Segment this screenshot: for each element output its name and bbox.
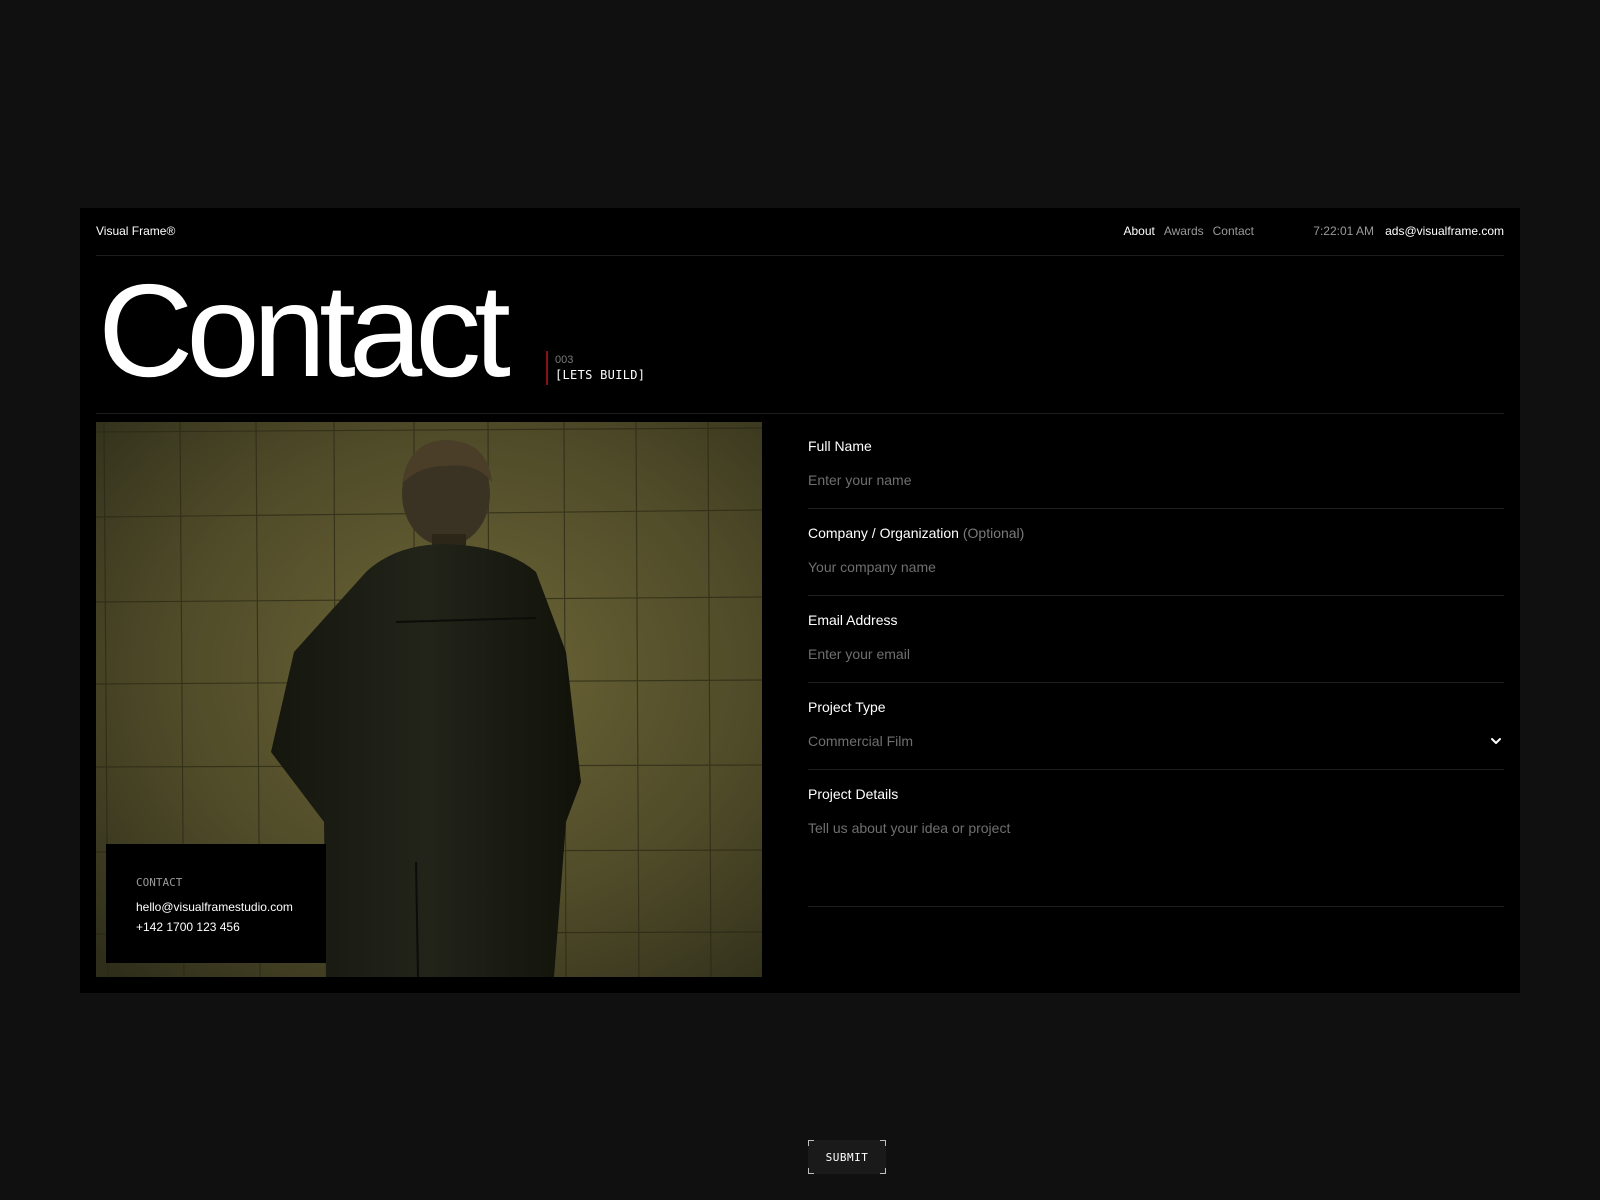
nav-item-about[interactable]: About	[1123, 224, 1154, 238]
company-field: Company / Organization (Optional)	[808, 509, 1504, 596]
clock-time: 7:22:01 AM	[1313, 224, 1374, 238]
main-nav: About Awards Contact	[1123, 224, 1254, 238]
project-details-field: Project Details	[808, 770, 1504, 907]
button-corner	[808, 1140, 814, 1146]
submit-button-label: SUBMIT	[825, 1150, 869, 1164]
chevron-down-icon[interactable]	[1490, 735, 1502, 747]
contact-phone-link[interactable]: +142 1700 123 456	[136, 917, 326, 937]
contact-card: CONTACT hello@visualframestudio.com +142…	[106, 844, 326, 963]
project-type-label: Project Type	[808, 699, 886, 715]
button-corner	[880, 1140, 886, 1146]
button-corner	[808, 1168, 814, 1174]
contact-email-link[interactable]: hello@visualframestudio.com	[136, 897, 326, 917]
page-frame: Visual Frame® About Awards Contact 7:22:…	[80, 208, 1520, 1174]
nav-item-contact[interactable]: Contact	[1213, 224, 1254, 238]
email-label: Email Address	[808, 612, 898, 628]
submit-button[interactable]: SUBMIT	[808, 1140, 886, 1174]
contact-form: Full Name Company / Organization (Option…	[808, 422, 1504, 1174]
company-input[interactable]	[808, 559, 1504, 575]
optional-hint: (Optional)	[962, 525, 1025, 541]
header-email-link[interactable]: ads@visualframe.com	[1385, 224, 1504, 238]
section-tag: 003 [LETS BUILD]	[546, 351, 645, 385]
email-input[interactable]	[808, 646, 1504, 662]
email-field: Email Address	[808, 596, 1504, 683]
contact-card-title: CONTACT	[136, 876, 183, 889]
project-type-select[interactable]: Project Type Commercial Film	[808, 683, 1504, 770]
company-label: Company / Organization (Optional)	[808, 525, 1024, 541]
top-bar: Visual Frame® About Awards Contact 7:22:…	[96, 208, 1504, 256]
full-name-field: Full Name	[808, 422, 1504, 509]
section-label: [LETS BUILD]	[555, 368, 646, 382]
brand-logo[interactable]: Visual Frame®	[96, 224, 175, 238]
page-title: Contact	[98, 257, 511, 404]
project-type-value[interactable]: Commercial Film	[808, 733, 913, 749]
full-name-label: Full Name	[808, 438, 872, 454]
project-details-textarea[interactable]	[808, 820, 1504, 890]
company-label-text: Company / Organization	[808, 525, 959, 541]
hero-photo: CONTACT hello@visualframestudio.com +142…	[96, 422, 762, 977]
section-number: 003	[555, 354, 574, 366]
full-name-input[interactable]	[808, 472, 1504, 488]
project-details-label: Project Details	[808, 786, 899, 802]
hero-section: Contact 003 [LETS BUILD]	[96, 256, 1504, 414]
button-corner	[880, 1168, 886, 1174]
nav-item-awards[interactable]: Awards	[1164, 224, 1204, 238]
